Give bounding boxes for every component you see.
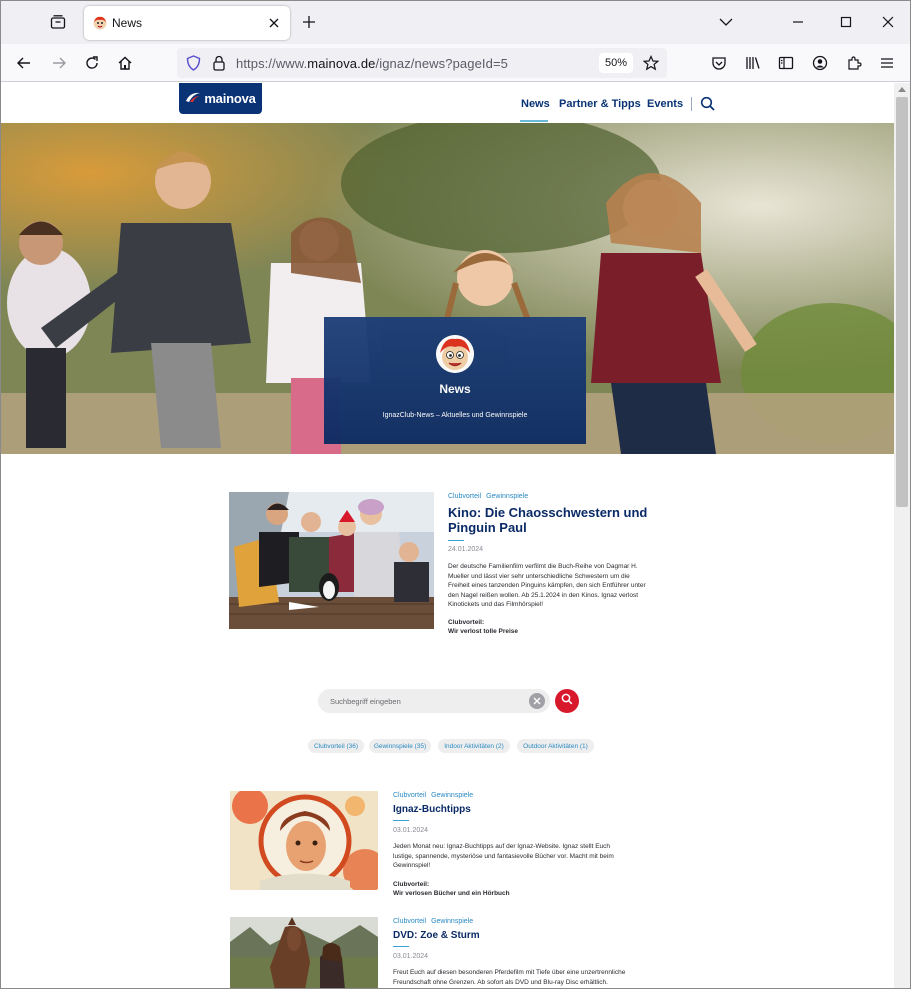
- title-accent-line: [393, 946, 409, 947]
- nav-partner-tipps[interactable]: Partner & Tipps: [559, 98, 641, 110]
- tab-news[interactable]: News: [84, 6, 290, 40]
- active-nav-underline: [520, 120, 548, 122]
- logo-text: mainova: [204, 91, 256, 106]
- search-input[interactable]: [330, 693, 520, 709]
- page-viewport: mainova News Partner & Tipps Events News…: [1, 83, 894, 988]
- pocket-icon[interactable]: [708, 52, 730, 74]
- tag-gewinnspiele[interactable]: Gewinnspiele: [431, 792, 473, 799]
- close-window-icon[interactable]: [875, 10, 901, 34]
- mainova-logo[interactable]: mainova: [179, 83, 262, 114]
- article-image-zoe-sturm[interactable]: [230, 917, 378, 988]
- article-1-date: 03.01.2024: [393, 827, 429, 834]
- tab-title: News: [112, 16, 143, 30]
- horse-and-girl-photo: [230, 917, 378, 988]
- home-icon[interactable]: [114, 52, 136, 74]
- back-arrow-icon[interactable]: [13, 52, 35, 74]
- tag-gewinnspiele[interactable]: Gewinnspiele: [431, 918, 473, 925]
- nav-news[interactable]: News: [521, 98, 550, 110]
- article-1-club-text: Wir verlosen Bücher und ein Hörbuch: [393, 890, 510, 897]
- scrollbar-thumb[interactable]: [896, 97, 908, 507]
- article-1-title[interactable]: Ignaz-Buchtipps: [393, 804, 471, 815]
- search-submit-button[interactable]: [555, 689, 579, 713]
- kids-with-penguin-photo: [229, 492, 434, 629]
- featured-article-date: 24.01.2024: [448, 546, 484, 553]
- hero-title-panel: News IgnazClub-News – Aktuelles und Gewi…: [324, 317, 586, 444]
- url-bar[interactable]: https://www.mainova.de/ignaz/news?pageId…: [177, 48, 667, 78]
- filter-chip-gewinnspiele[interactable]: Gewinnspiele (35): [369, 739, 431, 753]
- browser-window: News https://www.mainova.de/ignaz/news?p…: [0, 0, 911, 989]
- url-path: /ignaz/news?pageId=5: [375, 56, 508, 71]
- title-accent-line: [448, 540, 464, 541]
- filter-chip-outdoor[interactable]: Outdoor Aktivitäten (1): [517, 739, 594, 753]
- navigation-toolbar: https://www.mainova.de/ignaz/news?pageId…: [1, 44, 910, 82]
- library-icon[interactable]: [742, 52, 764, 74]
- tag-gewinnspiele[interactable]: Gewinnspiele: [486, 493, 528, 500]
- extensions-puzzle-icon[interactable]: [843, 52, 865, 74]
- lock-icon[interactable]: [212, 55, 226, 76]
- ignaz-mascot-icon: [436, 335, 474, 373]
- hamburger-menu-icon[interactable]: [876, 52, 898, 74]
- tab-bar: News: [1, 1, 910, 44]
- article-2-tags: Clubvorteil Gewinnspiele: [393, 918, 478, 925]
- maximize-icon[interactable]: [833, 10, 859, 34]
- nav-divider: [691, 97, 692, 111]
- filter-chip-clubvorteil[interactable]: Clubvorteil (36): [308, 739, 364, 753]
- article-2-date: 03.01.2024: [393, 953, 429, 960]
- astronaut-boy-illustration: [230, 791, 378, 890]
- clear-search-icon[interactable]: [529, 693, 545, 709]
- search-icon[interactable]: [700, 96, 716, 112]
- ignaz-favicon-icon: [93, 16, 107, 30]
- sidebar-icon[interactable]: [775, 52, 797, 74]
- tab-list-icon[interactable]: [47, 11, 69, 33]
- reload-icon[interactable]: [81, 52, 103, 74]
- scroll-up-arrow-icon[interactable]: [898, 87, 906, 92]
- close-tab-icon[interactable]: [266, 15, 282, 31]
- new-tab-icon[interactable]: [299, 12, 319, 32]
- news-search-field: [318, 689, 550, 713]
- tracking-protection-shield-icon[interactable]: [186, 55, 201, 76]
- featured-club-text: Wir verlost tolle Preise: [448, 628, 519, 635]
- tag-clubvorteil[interactable]: Clubvorteil: [393, 918, 426, 925]
- mainova-swoosh-icon: [185, 90, 201, 108]
- article-2-title[interactable]: DVD: Zoe & Sturm: [393, 930, 480, 941]
- account-icon[interactable]: [809, 52, 831, 74]
- featured-article-title[interactable]: Kino: Die Chaosschwestern und Pinguin Pa…: [448, 505, 648, 535]
- url-text[interactable]: https://www.mainova.de/ignaz/news?pageId…: [236, 56, 508, 71]
- article-2-description: Freut Euch auf diesen besonderen Pferdef…: [393, 969, 626, 986]
- zoom-level-button[interactable]: 50%: [599, 53, 633, 73]
- hero-title: News: [439, 382, 471, 396]
- featured-article-image[interactable]: [229, 492, 434, 629]
- article-image-buchtipps[interactable]: [230, 791, 378, 890]
- nav-events[interactable]: Events: [647, 98, 683, 110]
- tag-clubvorteil[interactable]: Clubvorteil: [393, 792, 426, 799]
- minimize-icon[interactable]: [785, 10, 811, 34]
- article-1-description: Jeden Monat neu: Ignaz-Buchtipps auf der…: [393, 843, 614, 869]
- hero-banner: News IgnazClub-News – Aktuelles und Gewi…: [1, 123, 894, 454]
- tab-overflow-chevron-icon[interactable]: [713, 10, 739, 34]
- site-header: mainova News Partner & Tipps Events: [1, 83, 894, 123]
- forward-arrow-icon[interactable]: [48, 52, 70, 74]
- tag-clubvorteil[interactable]: Clubvorteil: [448, 493, 481, 500]
- title-accent-line: [393, 820, 409, 821]
- bookmark-star-icon[interactable]: [642, 55, 660, 76]
- featured-tags: Clubvorteil Gewinnspiele: [448, 493, 533, 500]
- url-prefix: https://www.: [236, 56, 308, 71]
- page-scrollbar[interactable]: [894, 83, 910, 988]
- featured-article-description: Der deutsche Familienfilm verfilmt die B…: [448, 563, 646, 608]
- article-1-tags: Clubvorteil Gewinnspiele: [393, 792, 478, 799]
- url-host: mainova.de: [307, 56, 376, 71]
- filter-chip-indoor[interactable]: Indoor Aktivitäten (2): [438, 739, 510, 753]
- hero-subtitle: IgnazClub-News – Aktuelles und Gewinnspi…: [382, 412, 528, 419]
- search-icon: [561, 692, 573, 710]
